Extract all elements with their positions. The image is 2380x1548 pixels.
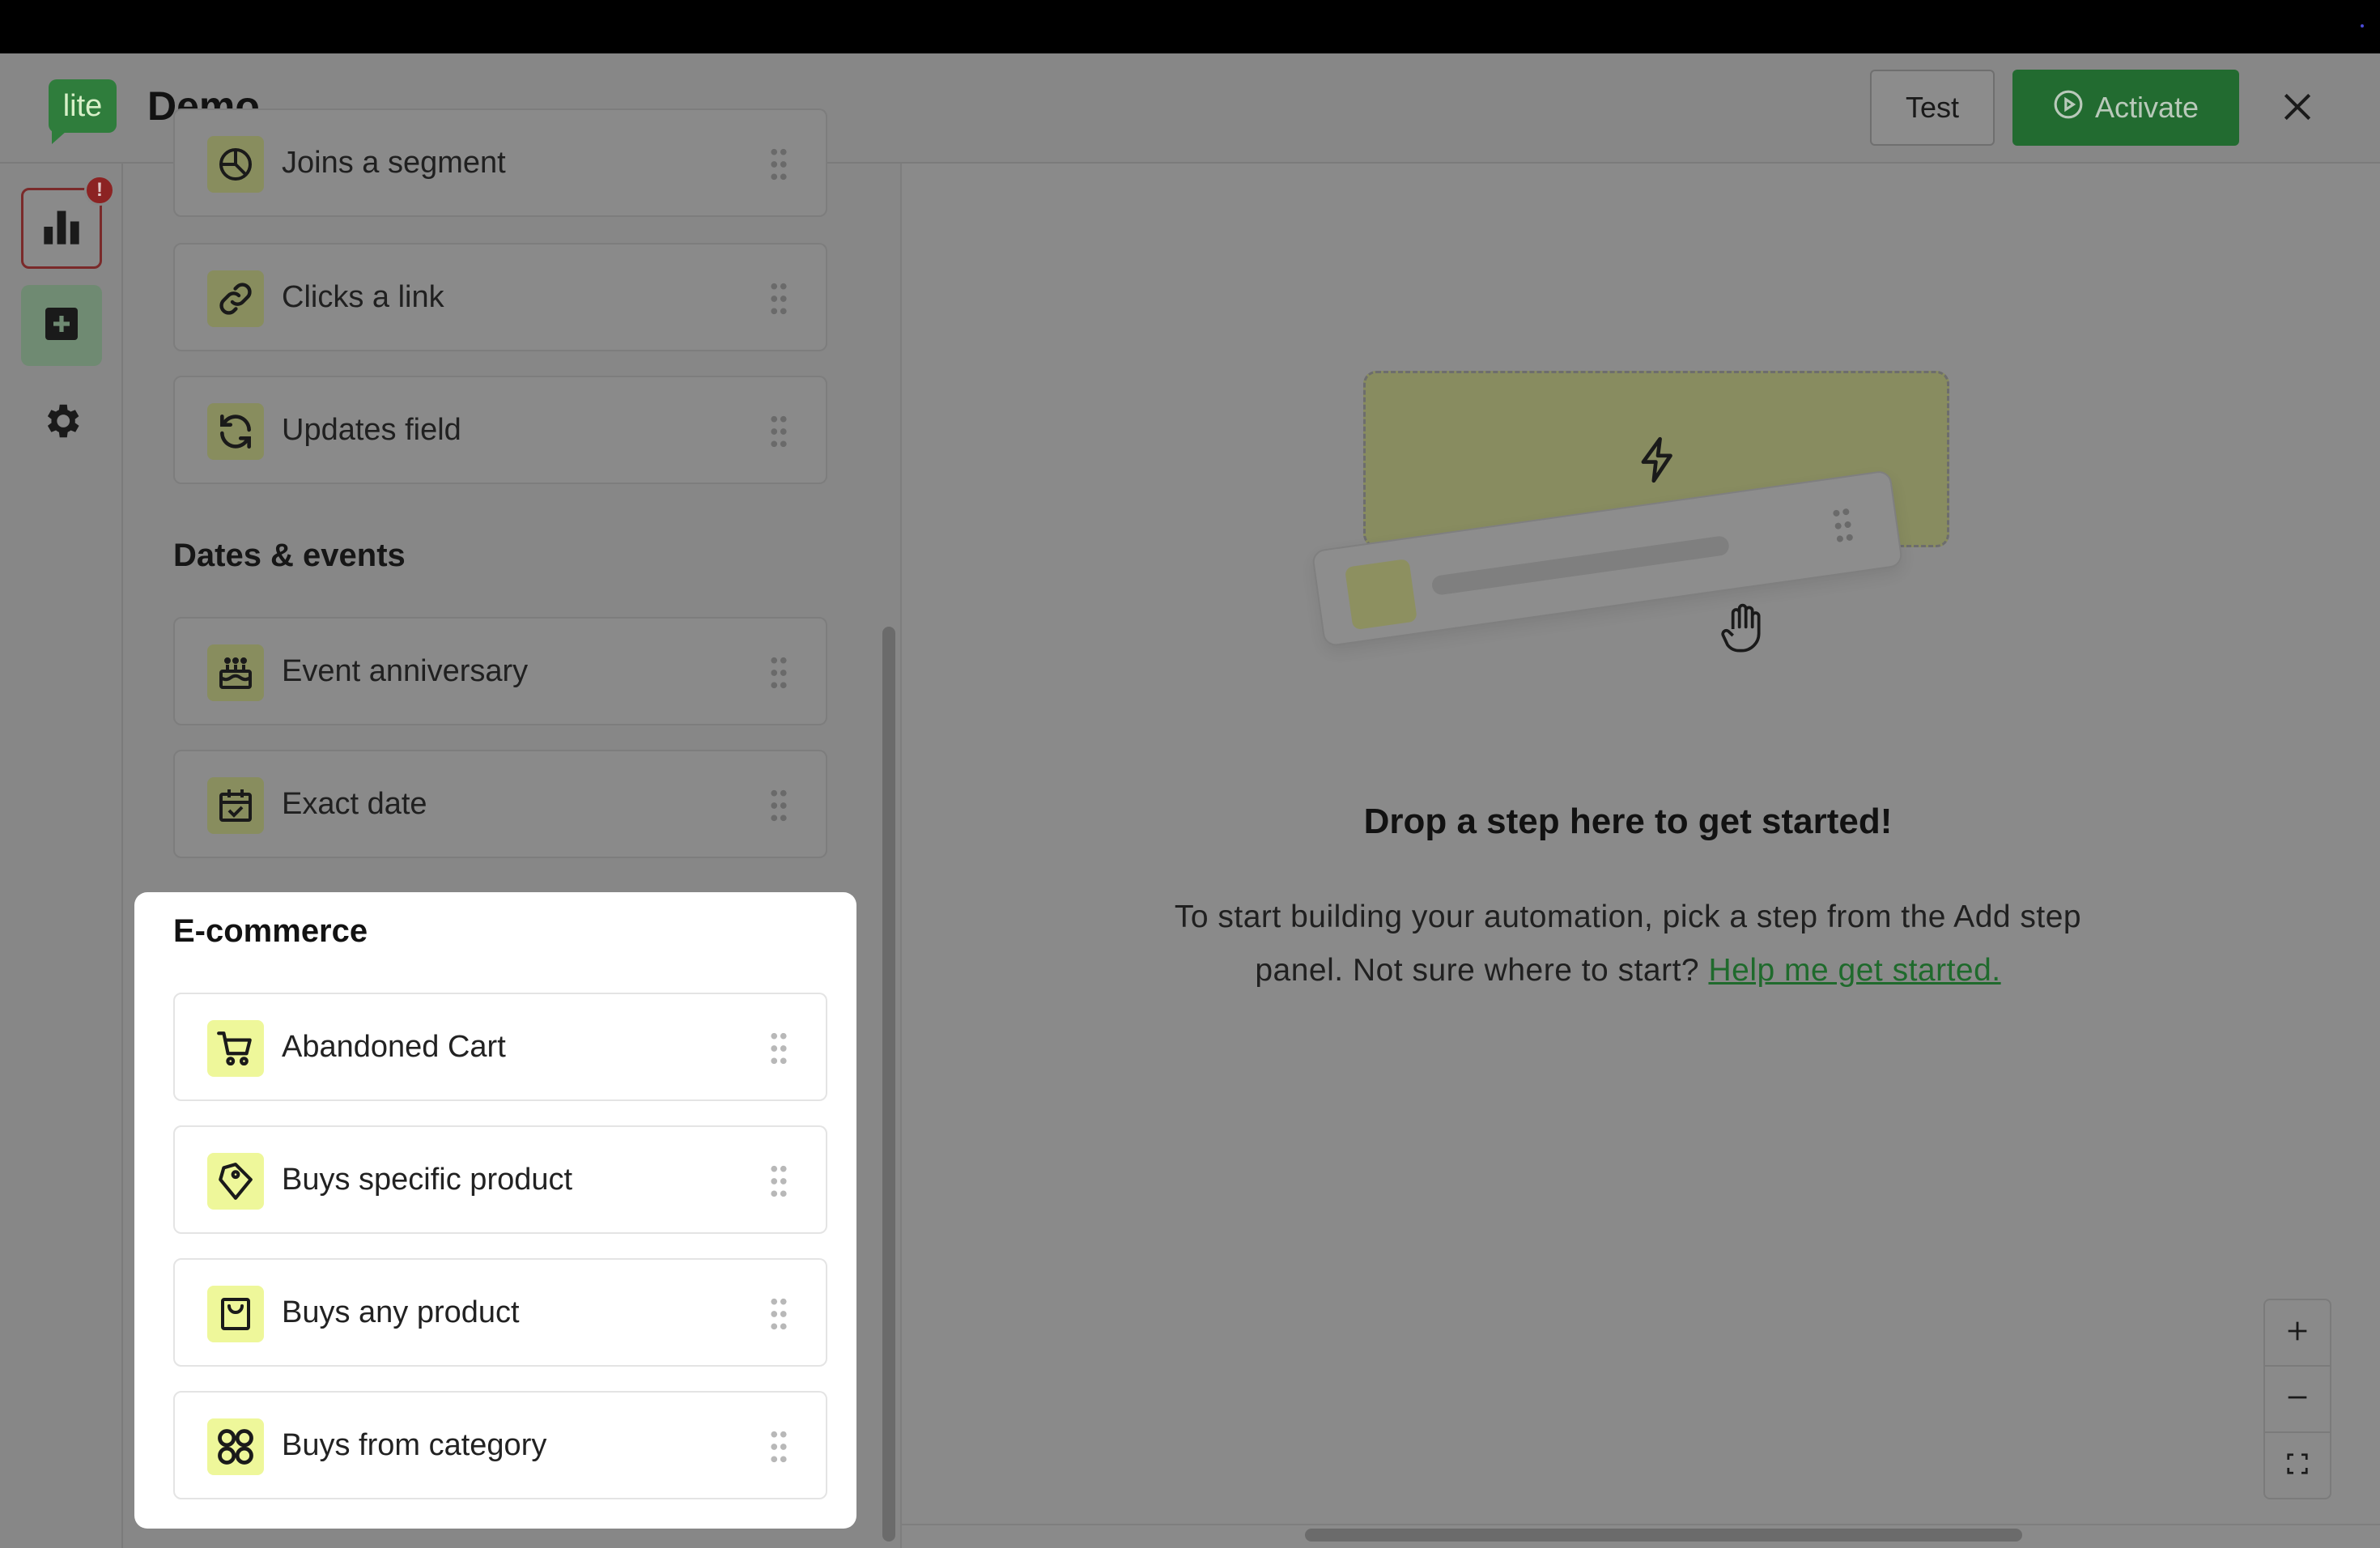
shopping-bag-icon — [207, 1286, 264, 1342]
section-title-dates: Dates & events — [173, 538, 406, 573]
step-clicks-link[interactable]: Clicks a link — [173, 243, 827, 351]
drag-handle-icon[interactable] — [769, 1030, 788, 1067]
step-event-anniversary[interactable]: Event anniversary — [173, 617, 827, 725]
activate-label: Activate — [2094, 91, 2199, 124]
step-label: Exact date — [282, 786, 427, 821]
step-buys-any-product[interactable]: Buys any product — [173, 1258, 827, 1367]
ecommerce-section-card: E-commerce Abandoned Cart Buys specific … — [134, 892, 856, 1529]
step-label: Buys any product — [282, 1295, 520, 1329]
plus-square-icon — [42, 304, 81, 347]
drop-desc-line1: To start building your automation, pick … — [1174, 899, 2082, 934]
step-label: Updates field — [282, 412, 461, 447]
cake-icon — [207, 644, 264, 701]
cart-icon — [207, 1020, 264, 1077]
alert-badge: ! — [84, 175, 115, 206]
zoom-in-button[interactable] — [2265, 1300, 2330, 1365]
segment-icon — [207, 136, 264, 193]
category-icon — [207, 1418, 264, 1475]
help-link[interactable]: Help me get started. — [1708, 953, 2000, 988]
drag-handle-icon — [1830, 504, 1856, 550]
drop-title: Drop a step here to get started! — [1363, 802, 1893, 841]
zoom-out-button[interactable] — [2265, 1367, 2330, 1431]
ghost-icon-square — [1344, 558, 1417, 631]
tag-icon — [207, 1153, 264, 1210]
os-top-bar — [0, 0, 2380, 53]
panel-scrollbar[interactable] — [882, 627, 895, 1542]
play-circle-icon — [2053, 89, 2084, 127]
drag-handle-icon[interactable] — [769, 654, 788, 691]
status-dot — [2361, 24, 2364, 28]
icon-rail — [0, 164, 123, 1548]
step-updates-field[interactable]: Updates field — [173, 376, 827, 484]
step-label: Buys from category — [282, 1427, 547, 1462]
drag-handle-icon[interactable] — [769, 413, 788, 450]
step-joins-segment[interactable]: Joins a segment — [173, 108, 827, 217]
drag-handle-icon[interactable] — [769, 280, 788, 317]
step-exact-date[interactable]: Exact date — [173, 750, 827, 858]
close-icon[interactable] — [2273, 83, 2322, 131]
fullscreen-icon — [2285, 1452, 2310, 1480]
fit-view-button[interactable] — [2265, 1433, 2330, 1498]
step-label: Buys specific product — [282, 1162, 573, 1197]
calendar-check-icon — [207, 777, 264, 834]
activate-button[interactable]: Activate — [2012, 70, 2239, 146]
drag-handle-icon[interactable] — [769, 1295, 788, 1333]
section-title-ecommerce: E-commerce — [173, 913, 368, 949]
canvas-horizontal-scrollbar[interactable] — [1305, 1529, 2022, 1542]
drag-handle-icon[interactable] — [769, 146, 788, 183]
test-button[interactable]: Test — [1870, 70, 1995, 146]
lightning-icon — [1633, 432, 1683, 492]
drop-desc-line2: panel. Not sure where to start? — [1255, 953, 1700, 988]
drag-handle-icon[interactable] — [769, 1163, 788, 1200]
settings-button[interactable] — [21, 382, 102, 463]
link-icon — [207, 270, 264, 327]
step-abandoned-cart[interactable]: Abandoned Cart — [173, 993, 827, 1101]
step-buys-specific-product[interactable]: Buys specific product — [173, 1125, 827, 1234]
step-label: Abandoned Cart — [282, 1029, 506, 1064]
hand-cursor-icon — [1718, 601, 1770, 661]
drag-handle-icon[interactable] — [769, 1428, 788, 1465]
add-step-button[interactable] — [21, 285, 102, 366]
refresh-icon — [207, 403, 264, 460]
ghost-text-line — [1430, 534, 1731, 597]
bar-chart-icon — [40, 206, 83, 252]
canvas-bottom-border — [902, 1524, 2380, 1525]
app-logo: lite — [49, 79, 117, 144]
step-label: Event anniversary — [282, 653, 529, 688]
step-buys-from-category[interactable]: Buys from category — [173, 1391, 827, 1499]
drag-handle-icon[interactable] — [769, 787, 788, 824]
zoom-controls — [2263, 1299, 2331, 1499]
step-label: Clicks a link — [282, 279, 444, 314]
gear-icon — [40, 399, 83, 447]
plus-icon — [2284, 1317, 2311, 1349]
minus-icon — [2284, 1384, 2311, 1415]
step-label: Joins a segment — [282, 145, 506, 180]
drop-description: To start building your automation, pick … — [1117, 891, 2139, 997]
